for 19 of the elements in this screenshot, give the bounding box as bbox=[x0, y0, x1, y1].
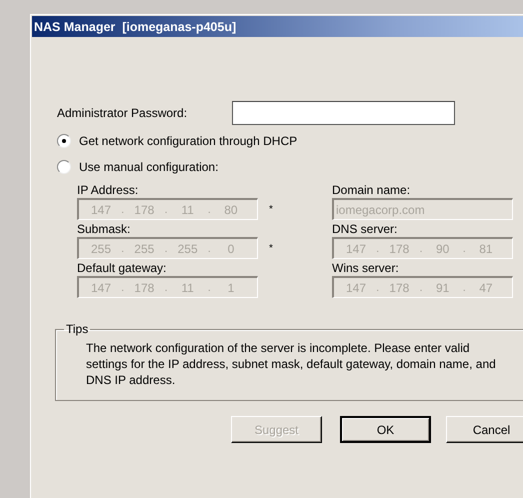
field-label: IP Address: bbox=[77, 183, 140, 197]
radio-label[interactable]: Use manual configuration: bbox=[79, 160, 218, 174]
field-label: Default gateway: bbox=[77, 261, 168, 275]
password-label: Administrator Password: bbox=[57, 106, 188, 120]
password-field[interactable] bbox=[232, 101, 455, 125]
dialog-button[interactable]: OK bbox=[340, 416, 431, 443]
field-label: Submask: bbox=[77, 222, 132, 236]
dialog-button[interactable]: Cancel bbox=[446, 416, 523, 443]
field-label: DNS server: bbox=[332, 222, 398, 236]
tips-text: The network configuration of the server is incomplete. Please enter valid settings for the IP address, subnet mask, default gateway, domain name, and DNS IP address. bbox=[86, 340, 497, 388]
required-mark: * bbox=[269, 242, 273, 254]
field-label: Wins server: bbox=[332, 261, 400, 275]
radio-button[interactable] bbox=[57, 134, 71, 148]
radio-button[interactable] bbox=[57, 160, 71, 174]
window-title: NAS Manager [iomeganas-p405u] bbox=[34, 20, 236, 34]
required-mark: * bbox=[269, 204, 273, 214]
radio-label[interactable]: Get network configuration through DHCP bbox=[79, 134, 298, 148]
field-label: Domain name: bbox=[332, 183, 412, 197]
tips-title: Tips bbox=[65, 322, 90, 336]
